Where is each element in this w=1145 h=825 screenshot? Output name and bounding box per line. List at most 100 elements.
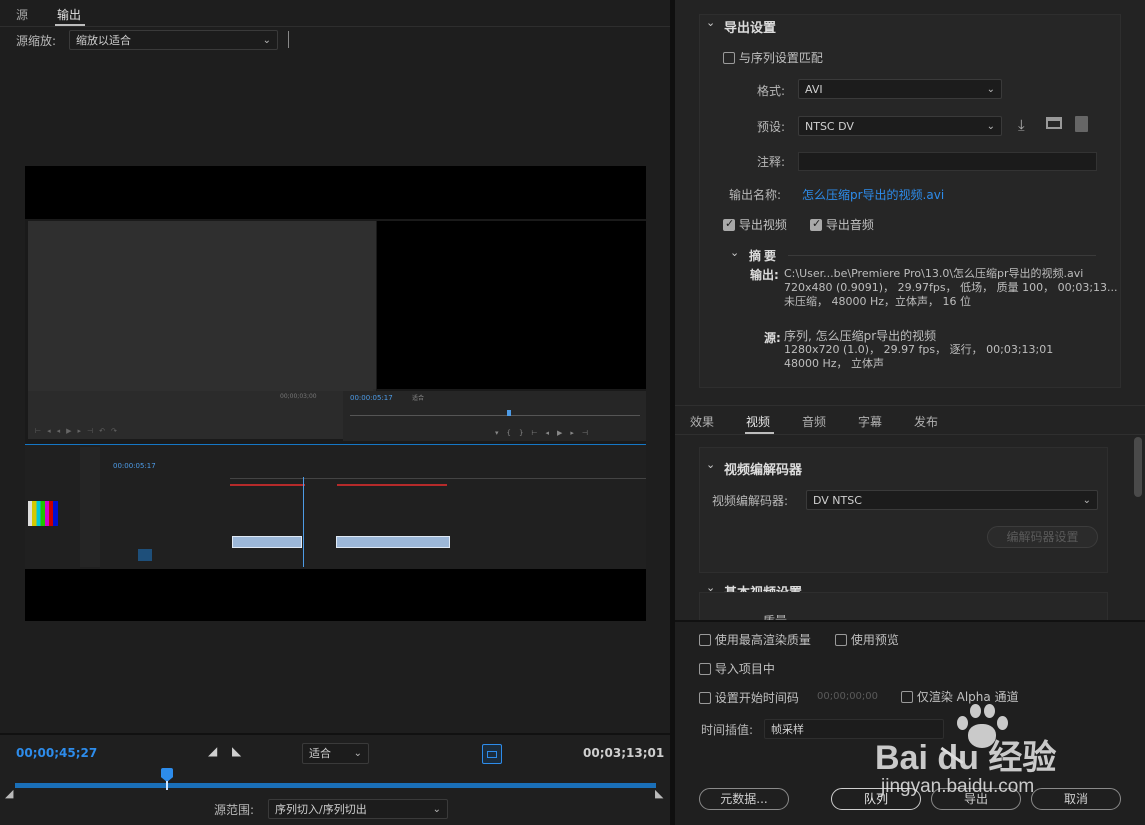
range-start-marker-icon[interactable]: ◢ [5,787,13,800]
tab-audio[interactable]: 音频 [802,413,826,430]
fit-value: 适合 [309,747,331,760]
use-previews-box[interactable] [835,633,847,646]
summary-output-line-2: 720x480 (0.9091)， 29.97fps， 低场， 质量 100， … [784,281,1118,294]
left-tab-bar: 源 输出 [0,0,670,27]
preset-dropdown[interactable]: NTSC DV ⌄ [798,116,1002,136]
video-preview: 00;00;03;00 ⊢◂◂▶▸⊣↶↷ 00:00:05:17 适合 ▾{}⊢… [25,166,646,621]
aspect-inner [487,751,497,758]
summary-output-line-1: C:\User...be\Premiere Pro\13.0\怎么压缩pr导出的… [784,267,1084,280]
total-timecode: 00;03;13;01 [583,746,665,760]
use-previews-label: 使用预览 [850,633,899,647]
paw-toe-1 [957,716,968,730]
export-audio-checkbox[interactable]: 导出音频 [810,216,874,233]
range-end-marker-icon[interactable]: ◣ [655,787,663,800]
source-range-dropdown[interactable]: 序列切入/序列切出 ⌄ [268,799,448,819]
output-name-link[interactable]: 怎么压缩pr导出的视频.avi [802,186,944,203]
set-start-timecode-checkbox[interactable]: 设置开始时间码 [699,689,799,706]
scrubber-playhead-line [166,781,168,790]
preview-right-controls: ▾{}⊢◂▶▸⊣ [495,429,597,437]
tab-publish[interactable]: 发布 [914,413,938,430]
delete-preset-icon[interactable] [1075,116,1088,132]
quality-label: 质量 [763,612,787,620]
start-timecode-value[interactable]: 00;00;00;00 [817,691,878,702]
preview-render-bar-1 [230,484,305,486]
preview-source-area [28,221,373,391]
preview-playhead-marker [507,410,511,416]
preview-program-ruler [350,415,640,416]
preview-monitor-fit: 适合 [412,395,425,402]
codec-settings-button[interactable]: 编解码器设置 [987,526,1098,548]
set-start-timecode-label: 设置开始时间码 [714,691,799,705]
paw-toe-2 [970,704,981,718]
source-range-label: 源范围: [214,803,255,817]
options-area: 使用最高渲染质量 使用预览 导入项目中 设置开始时间码 00;00;00;00 … [675,620,1145,825]
metadata-button[interactable]: 元数据... [699,788,789,810]
summary-source-line-3: 48000 Hz， 立体声 [784,357,885,370]
aspect-correction-icon[interactable] [482,744,502,764]
left-panel: 源 输出 源缩放: 缩放以适合 ⌄ 00;00;03;00 ⊢◂◂▶▸⊣↶↷ 0… [0,0,670,825]
export-audio-box[interactable] [810,217,822,231]
current-timecode[interactable]: 00;00;45;27 [16,746,97,760]
scrubber-playhead[interactable] [161,768,173,782]
summary-source-line-1: 序列, 怎么压缩pr导出的视频 [784,329,937,343]
chevron-down-icon: ⌄ [262,35,271,46]
set-start-timecode-box[interactable] [699,691,711,704]
video-codec-value: DV NTSC [813,494,862,507]
vertical-scrollbar[interactable] [1133,435,1143,620]
match-sequence-checkbox[interactable]: 与序列设置匹配 [723,49,823,66]
comment-input[interactable] [798,152,1097,171]
export-audio-label: 导出音频 [825,218,874,232]
summary-source-label: 源: [764,331,781,345]
export-video-checkbox[interactable]: 导出视频 [723,216,787,233]
chevron-down-icon[interactable]: ⌄ [706,16,715,29]
preview-program-monitor [340,221,376,389]
use-previews-checkbox[interactable]: 使用预览 [835,631,899,648]
preview-timeline-timecode: 00:00:05:17 [113,462,156,470]
tab-output[interactable]: 输出 [57,6,81,23]
mark-in-icon[interactable]: ◢ [208,744,217,758]
tab-video[interactable]: 视频 [746,413,770,430]
max-render-quality-box[interactable] [699,633,711,646]
summary-source-lines: 序列, 怎么压缩pr导出的视频 1280x720 (1.0)， 29.97 fp… [784,329,1053,371]
preview-monitor-timecode: 00:00:05:17 [350,394,393,402]
render-alpha-only-box[interactable] [901,690,913,703]
tab-output-underline [55,24,85,26]
tab-source[interactable]: 源 [16,6,28,23]
paw-toe-4 [997,716,1008,730]
export-settings-panel: ⌄ 导出设置 与序列设置匹配 格式: AVI ⌄ 预设: NTSC DV ⌄ ⤓… [675,0,1145,405]
metadata-label: 元数据... [720,792,768,806]
chevron-down-icon: ⌄ [1082,495,1091,506]
format-dropdown[interactable]: AVI ⌄ [798,79,1002,99]
preview-clip-1 [232,536,302,548]
export-settings-title: 导出设置 [724,21,777,36]
tab-effects[interactable]: 效果 [690,413,714,430]
mark-out-icon[interactable]: ◣ [232,744,241,758]
export-video-box[interactable] [723,217,735,231]
preview-time-ruler [230,471,646,479]
baidu-watermark: Bai du 经验 jingyan.baidu.com [875,702,1115,812]
video-tab-content: ⌄ 视频编解码器 视频编解码器: DV NTSC ⌄ 编解码器设置 ⌄ 基本视频… [675,435,1145,620]
chevron-down-icon: ⌄ [986,84,995,95]
max-render-quality-checkbox[interactable]: 使用最高渲染质量 [699,631,811,648]
chevron-down-icon[interactable]: ⌄ [706,458,715,471]
divider [288,31,289,48]
tab-captions[interactable]: 字幕 [858,413,882,430]
import-into-project-checkbox[interactable]: 导入项目中 [699,660,775,677]
save-preset-icon[interactable]: ⤓ [1018,116,1025,134]
preview-left-controls: ⊢◂◂▶▸⊣↶↷ [35,427,123,435]
match-sequence-box[interactable] [723,51,735,64]
basic-video-box [699,592,1108,620]
chevron-down-icon[interactable]: ⌄ [730,246,739,259]
preview-bars-thumb [28,501,58,526]
fit-dropdown[interactable]: 适合 ⌄ [302,743,369,764]
preview-clip-2 [336,536,450,548]
video-codec-dropdown[interactable]: DV NTSC ⌄ [806,490,1098,510]
scrollbar-thumb[interactable] [1134,437,1142,497]
import-preset-icon[interactable] [1046,117,1062,129]
preview-track-v1-highlight [138,549,152,561]
import-into-project-box[interactable] [699,662,711,675]
summary-title: 摘要 [749,249,780,263]
source-scale-dropdown[interactable]: 缩放以适合 ⌄ [69,30,278,50]
scrubber-track[interactable] [15,783,656,788]
preview-screen: 00;00;03;00 ⊢◂◂▶▸⊣↶↷ 00:00:05:17 适合 ▾{}⊢… [25,219,646,569]
